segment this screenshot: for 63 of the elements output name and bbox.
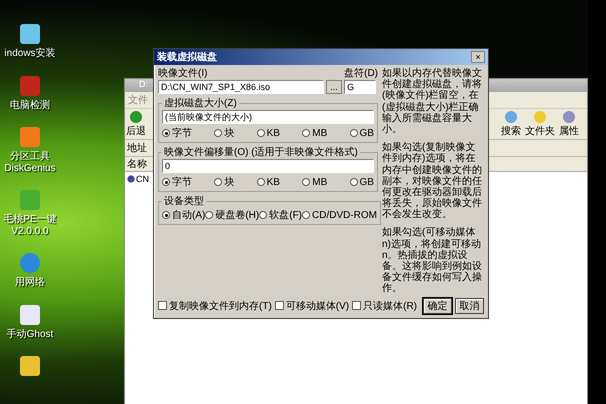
- close-button[interactable]: ×: [471, 51, 485, 63]
- toolbar-button[interactable]: 属性: [559, 110, 579, 138]
- toolbar-button[interactable]: 搜索: [501, 110, 521, 138]
- radio-button[interactable]: [214, 129, 222, 137]
- toolbar-button[interactable]: 后退: [126, 110, 146, 138]
- field-label: 盘符(D): [344, 68, 378, 80]
- radio-button[interactable]: [350, 178, 358, 186]
- radio-option[interactable]: KB: [256, 126, 280, 140]
- checkbox[interactable]: [352, 301, 362, 310]
- radio-button[interactable]: [256, 178, 265, 186]
- desktop-icon-label[interactable]: indows安装: [4, 48, 56, 60]
- radio-option[interactable]: 自动(A): [162, 208, 206, 222]
- checkbox-option[interactable]: 只读媒体(R): [352, 298, 418, 313]
- radio-button[interactable]: [162, 211, 170, 219]
- radio-option[interactable]: GB: [350, 126, 374, 140]
- disc-icon: [127, 175, 135, 183]
- radio-option[interactable]: 字节: [162, 175, 192, 189]
- radio-button[interactable]: [302, 129, 310, 137]
- radio-option[interactable]: 块: [214, 126, 234, 140]
- radio-button[interactable]: [259, 211, 268, 219]
- radio-option[interactable]: MB: [302, 126, 328, 140]
- offset-field[interactable]: 0: [162, 159, 374, 173]
- radio-button[interactable]: [256, 129, 265, 137]
- help-paragraph: 如果勾选(可移动媒体 n)选项，将创建可移动 n。热插拔的虚拟设备。这将影响到例如设备文件缓存如何写入操作。: [382, 227, 483, 295]
- radio-button[interactable]: [162, 178, 170, 186]
- group-label: 虚拟磁盘大小(Z): [163, 96, 238, 110]
- help-paragraph: 如果以内存代替映像文件创建虚拟磁盘，请将(映像文件)栏留空，在(虚拟磁盘大小)栏正确输入所需磁盘容量大小。: [382, 68, 483, 136]
- radio-button[interactable]: [205, 211, 214, 219]
- image-file-field[interactable]: D:\CN_WIN7_SP1_X86.iso: [158, 80, 324, 94]
- radio-option[interactable]: GB: [350, 175, 374, 189]
- column-header[interactable]: 名称: [127, 157, 147, 171]
- radio-option[interactable]: 软盘(F): [259, 208, 302, 222]
- dialog-button[interactable]: 确定: [423, 298, 452, 314]
- radio-option[interactable]: KB: [256, 175, 280, 189]
- dialog-title: 装载虚拟磁盘: [157, 50, 217, 64]
- radio-option[interactable]: 块: [214, 175, 234, 189]
- browse-button[interactable]: ...: [326, 80, 342, 94]
- desktop-icon-label[interactable]: 电脑检测: [10, 100, 50, 111]
- group-label: 映像文件偏移量(O) (适用于非映像文件格式): [163, 146, 359, 159]
- radio-button[interactable]: [302, 178, 310, 186]
- checkbox[interactable]: [274, 301, 284, 310]
- desktop-icon-label[interactable]: 手动Ghost: [6, 328, 54, 340]
- radio-option[interactable]: MB: [302, 175, 328, 189]
- field-label: 映像文件(I): [158, 68, 208, 80]
- help-paragraph: 如果勾选(复制映像文件到内存)选项，将在内存中创建映像文件的副本，对映像文件的任何更改在驱动器卸载后将丢失，原始映像文件不会发生改变。: [382, 142, 483, 220]
- drive-letter-field[interactable]: G: [344, 80, 376, 94]
- radio-button[interactable]: [302, 211, 310, 219]
- dialog-button[interactable]: 取消: [455, 298, 484, 314]
- toolbar-button[interactable]: 文件夹: [525, 110, 555, 138]
- group-label: 设备类型: [163, 194, 205, 208]
- window-title: D:: [139, 79, 148, 89]
- checkbox-option[interactable]: 复制映像文件到内存(T): [158, 298, 272, 313]
- radio-button[interactable]: [350, 129, 358, 137]
- checkbox[interactable]: [158, 301, 167, 310]
- radio-option[interactable]: CD/DVD-ROM: [302, 208, 378, 222]
- checkbox-option[interactable]: 可移动媒体(V): [274, 298, 350, 313]
- radio-option[interactable]: 字节: [162, 126, 192, 140]
- radio-option[interactable]: 硬盘卷(H): [205, 208, 260, 222]
- radio-button[interactable]: [162, 129, 170, 137]
- size-field[interactable]: (当前映像文件的大小): [162, 110, 374, 124]
- address-label: 地址: [127, 142, 147, 155]
- radio-button[interactable]: [214, 178, 222, 186]
- file-name[interactable]: CN: [136, 174, 149, 184]
